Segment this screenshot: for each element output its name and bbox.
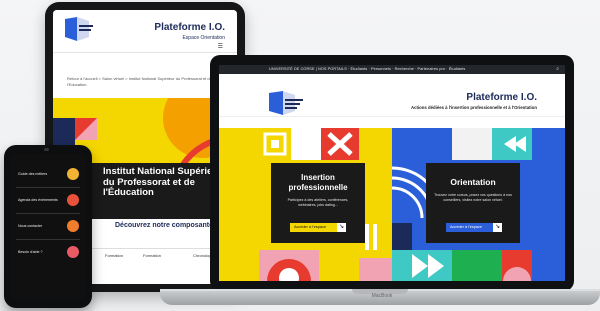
laptop-screen: UNIVERSITÉ DE CORSE | NOS PORTAILS · Étu… (219, 65, 565, 281)
tablet-page-subtitle: Espace Orientation (182, 35, 225, 41)
university-logo-icon (269, 91, 303, 115)
laptop-lid: UNIVERSITÉ DE CORSE | NOS PORTAILS · Étu… (210, 55, 574, 291)
phone-menu-item-agenda[interactable]: Agenda des événements (18, 198, 58, 202)
phone-menu-item-help[interactable]: Besoin d'aide ? (18, 250, 42, 254)
guide-icon (67, 168, 79, 180)
top-nav-links[interactable]: UNIVERSITÉ DE CORSE | NOS PORTAILS · Étu… (269, 67, 465, 71)
tablet-page-title: Plateforme I.O. (154, 22, 225, 33)
tab-formation-2[interactable]: Formation (143, 253, 161, 258)
laptop-page-subtitle: Actions dédiées à l'insertion profession… (411, 105, 537, 110)
orientation-card: Orientation Trouvez votre cursus, posez … (426, 163, 520, 243)
laptop-brand-label: MacBook (371, 293, 393, 299)
insertion-card-title: Insertion professionnelle (288, 173, 348, 192)
agenda-icon (67, 194, 79, 206)
tablet-header: Plateforme I.O. Espace Orientation ☰ (53, 10, 237, 53)
orientation-card-text: Trouvez votre cursus, posez vos question… (434, 193, 512, 202)
phone-screen: Guide des métiers Agenda des événements … (10, 154, 86, 299)
tab-formation[interactable]: Formation (105, 253, 123, 258)
tablet-breadcrumb[interactable]: Retour à l'accueil > Salon virtuel > Ins… (67, 76, 227, 88)
divider (16, 213, 80, 214)
phone-camera (44, 148, 49, 151)
divider (16, 239, 80, 240)
orientation-access-button[interactable]: Accéder à l'espace ↘ (446, 223, 502, 232)
university-logo-icon (65, 17, 93, 41)
top-nav-bar: UNIVERSITÉ DE CORSE | NOS PORTAILS · Étu… (219, 65, 565, 74)
insertion-card: Insertion professionnelle Participez à d… (271, 163, 365, 243)
divider (16, 187, 80, 188)
tablet-discover-heading: Découvrez notre composante (115, 222, 214, 229)
help-icon (67, 246, 79, 258)
insertion-access-button[interactable]: Accéder à l'espace ↘ (290, 223, 346, 232)
arrow-icon: ↘ (493, 223, 502, 232)
insertion-access-label: Accéder à l'espace (294, 225, 326, 229)
search-icon[interactable]: ⌕ (556, 66, 559, 72)
laptop-page-title: Plateforme I.O. (466, 92, 537, 103)
phone-device: Guide des métiers Agenda des événements … (4, 145, 92, 308)
insertion-card-text: Participez à des ateliers, conférences, … (287, 198, 349, 207)
phone-menu-item-guide[interactable]: Guide des métiers (18, 172, 47, 176)
arrow-icon: ↘ (337, 223, 346, 232)
orientation-card-title: Orientation (450, 177, 496, 187)
orientation-access-label: Accéder à l'espace (450, 225, 482, 229)
contact-icon (67, 220, 79, 232)
hamburger-icon[interactable]: ☰ (218, 43, 223, 50)
phone-menu-item-contact[interactable]: Nous contacter (18, 224, 42, 228)
